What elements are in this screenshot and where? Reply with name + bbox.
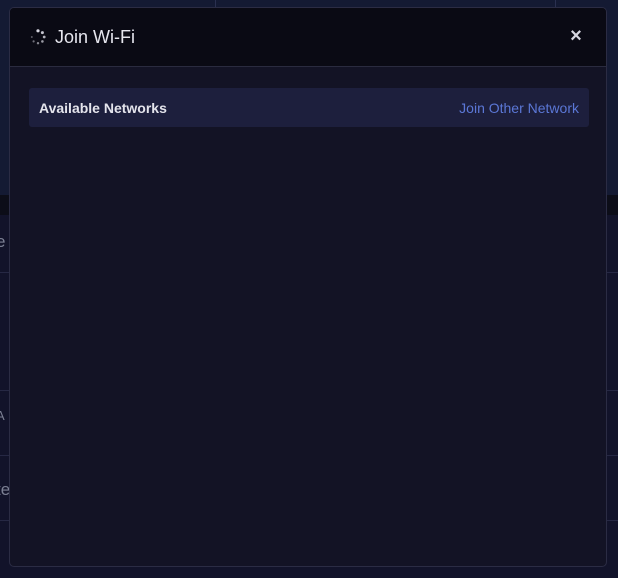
available-networks-bar: Available Networks Join Other Network	[29, 88, 589, 127]
available-networks-label: Available Networks	[39, 100, 167, 116]
join-other-network-link[interactable]: Join Other Network	[459, 99, 579, 117]
background-text-fragment: A	[0, 408, 5, 423]
join-wifi-dialog: Join Wi-Fi × Available Networks Join Oth…	[9, 7, 607, 567]
background-text-fragment: e	[0, 232, 6, 251]
loading-spinner-icon	[30, 29, 46, 45]
close-icon[interactable]: ×	[566, 25, 586, 47]
dialog-title: Join Wi-Fi	[55, 27, 135, 47]
dialog-header: Join Wi-Fi ×	[10, 8, 606, 67]
